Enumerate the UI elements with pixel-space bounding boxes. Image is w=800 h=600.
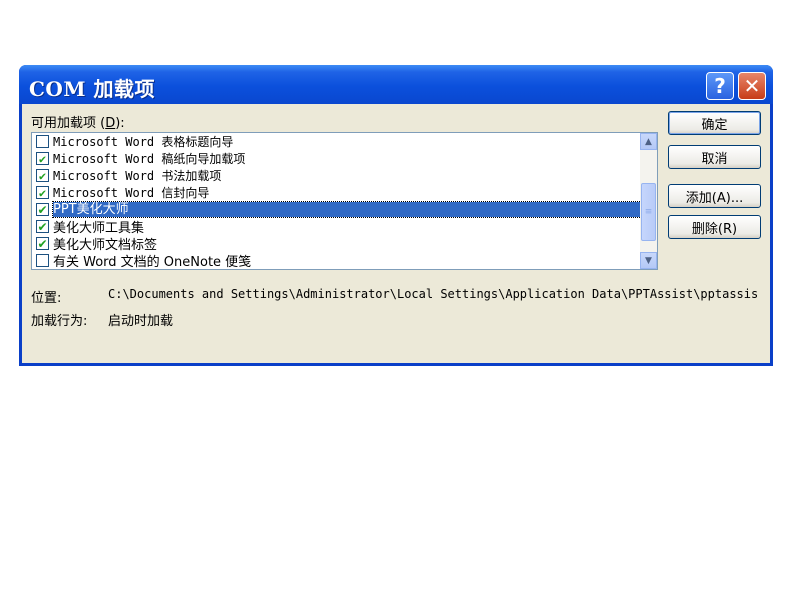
load-behavior-label: 加载行为: bbox=[31, 314, 88, 329]
addin-name: Microsoft Word 信封向导 bbox=[53, 186, 210, 200]
chevron-up-icon: ▲ bbox=[645, 136, 652, 147]
checkmark-icon: ✔ bbox=[37, 236, 48, 251]
addin-checkbox[interactable]: ✔ bbox=[36, 220, 49, 233]
checkmark-icon: ✔ bbox=[38, 185, 47, 200]
addin-checkbox[interactable]: ✔ bbox=[36, 169, 49, 182]
scroll-thumb[interactable]: ≡ bbox=[641, 183, 656, 241]
help-button[interactable]: ? bbox=[706, 72, 734, 100]
checkmark-icon: ✔ bbox=[37, 219, 48, 234]
addin-checkbox[interactable]: ✔ bbox=[36, 203, 49, 216]
com-addins-dialog: COM 加载项 ? ✕ 可用加载项 (D): Microsoft Word 表格… bbox=[19, 65, 773, 366]
close-icon: ✕ bbox=[743, 74, 761, 98]
addin-name: Microsoft Word 表格标题向导 bbox=[53, 135, 234, 149]
checkmark-icon: ✔ bbox=[37, 202, 48, 217]
location-value: C:\Documents and Settings\Administrator\… bbox=[108, 287, 759, 301]
addin-list-item[interactable]: ✔ Microsoft Word 信封向导 bbox=[32, 184, 641, 201]
addin-list-item[interactable]: ✔ Microsoft Word 稿纸向导加载项 bbox=[32, 150, 641, 167]
help-icon: ? bbox=[714, 74, 726, 98]
add-button[interactable]: 添加(A)... bbox=[668, 184, 761, 208]
available-addins-label: 可用加载项 (D): bbox=[31, 116, 125, 131]
close-button[interactable]: ✕ bbox=[738, 72, 766, 100]
addin-list-item[interactable]: ✔ 美化大师工具集 bbox=[32, 218, 641, 236]
addins-listbox[interactable]: Microsoft Word 表格标题向导 ✔ Microsoft Word 稿纸向… bbox=[31, 132, 658, 270]
location-label: 位置: bbox=[31, 291, 62, 306]
scroll-up-button[interactable]: ▲ bbox=[640, 133, 657, 150]
cancel-button[interactable]: 取消 bbox=[668, 145, 761, 169]
grip-icon: ≡ bbox=[644, 207, 653, 217]
remove-button[interactable]: 删除(R) bbox=[668, 215, 761, 239]
scroll-down-button[interactable]: ▼ bbox=[640, 252, 657, 269]
chevron-down-icon: ▼ bbox=[645, 255, 652, 266]
dialog-client-area: 可用加载项 (D): Microsoft Word 表格标题向导 ✔ Microso… bbox=[22, 104, 770, 363]
addin-list-item[interactable]: ✔ 美化大师文档标签 bbox=[32, 235, 641, 253]
ok-button[interactable]: 确定 bbox=[668, 111, 761, 135]
addin-checkbox[interactable]: ✔ bbox=[36, 152, 49, 165]
addin-checkbox[interactable]: ✔ bbox=[36, 237, 49, 250]
addin-name: PPT美化大师 bbox=[52, 201, 642, 218]
addin-checkbox[interactable] bbox=[36, 135, 49, 148]
addin-checkbox[interactable] bbox=[36, 254, 49, 267]
addin-list-item[interactable]: 有关 Word 文档的 OneNote 便笺 bbox=[32, 252, 641, 269]
addin-list-item[interactable]: Microsoft Word 表格标题向导 bbox=[32, 133, 641, 150]
addin-list-item[interactable]: ✔ Microsoft Word 书法加载项 bbox=[32, 167, 641, 184]
addins-list: Microsoft Word 表格标题向导 ✔ Microsoft Word 稿纸向… bbox=[32, 133, 642, 269]
load-behavior-value: 启动时加载 bbox=[108, 314, 174, 329]
addin-list-item[interactable]: ✔ PPT美化大师 bbox=[32, 201, 642, 218]
addin-name: Microsoft Word 书法加载项 bbox=[53, 169, 222, 183]
title-bar[interactable]: COM 加载项 ? ✕ bbox=[19, 65, 773, 104]
checkmark-icon: ✔ bbox=[38, 151, 47, 166]
addin-name: 有关 Word 文档的 OneNote 便笺 bbox=[53, 255, 252, 270]
dialog-title: COM 加载项 bbox=[29, 77, 155, 101]
addin-name: Microsoft Word 稿纸向导加载项 bbox=[53, 152, 246, 166]
checkmark-icon: ✔ bbox=[38, 168, 47, 183]
addin-checkbox[interactable]: ✔ bbox=[36, 186, 49, 199]
vertical-scrollbar[interactable]: ▲ ≡ ▼ bbox=[640, 133, 657, 269]
